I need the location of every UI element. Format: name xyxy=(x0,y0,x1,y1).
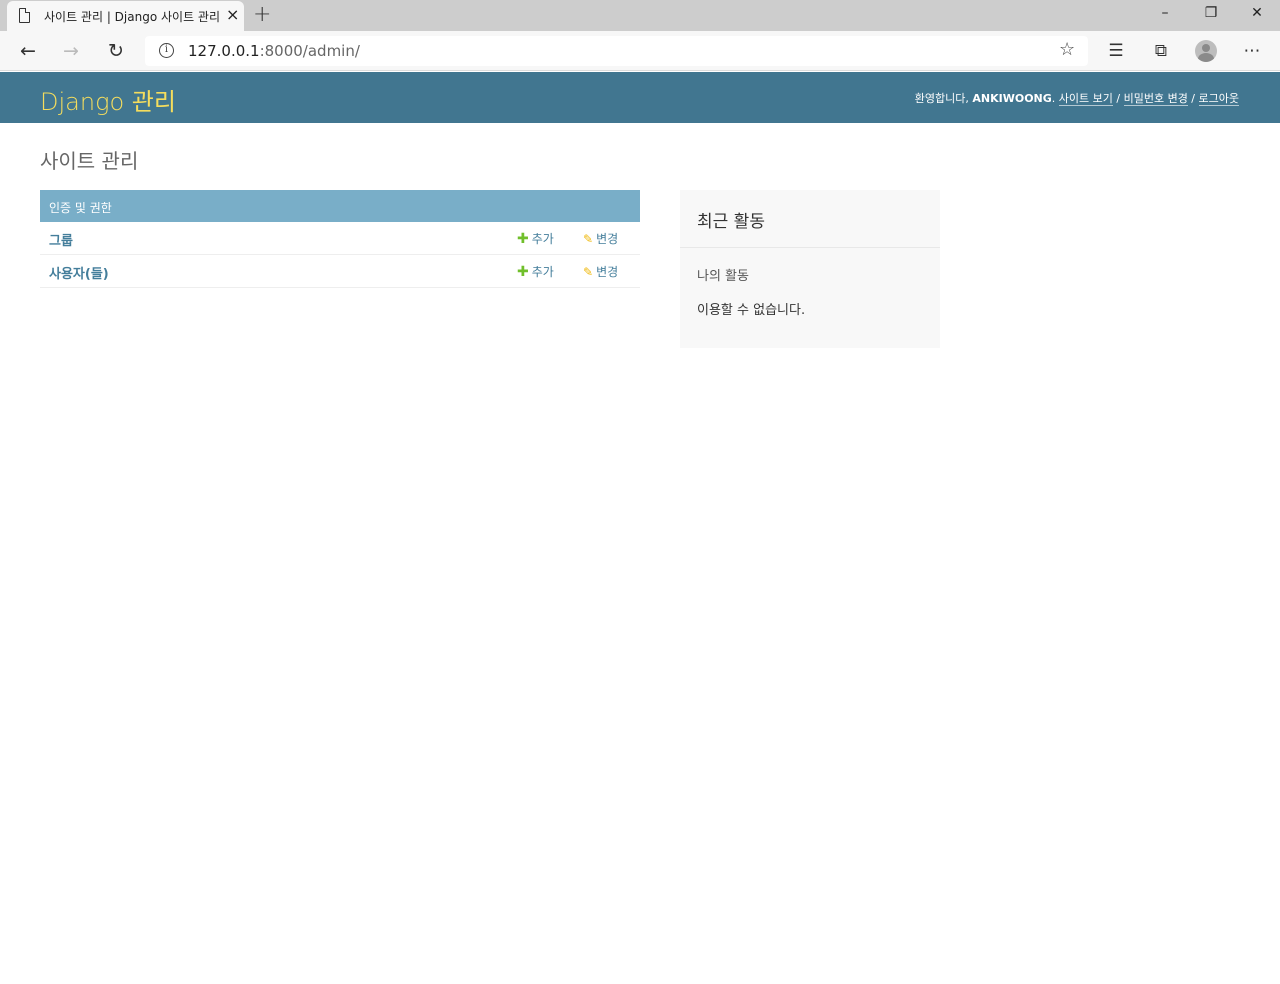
page-icon xyxy=(19,8,30,23)
view-site-link[interactable]: 사이트 보기 xyxy=(1058,92,1113,106)
plus-icon: ✚ xyxy=(517,264,529,280)
table-row: 그룹 ✚ 추가 ✎ 변경 xyxy=(40,222,640,255)
recent-actions-title: 최근 활동 xyxy=(697,212,765,232)
collections-icon[interactable]: ⧉ xyxy=(1149,39,1173,63)
table-row: 사용자(들) ✚ 추가 ✎ 변경 xyxy=(40,255,640,288)
info-icon[interactable]: i xyxy=(159,43,174,58)
change-password-link[interactable]: 비밀번호 변경 xyxy=(1123,92,1188,106)
separator: . xyxy=(1051,92,1059,105)
favorites-list-icon[interactable]: ☰ xyxy=(1104,39,1128,63)
forward-arrow-icon[interactable]: → xyxy=(59,39,83,63)
reload-icon[interactable]: ↻ xyxy=(104,39,128,63)
add-label: 추가 xyxy=(531,265,554,279)
browser-navbar: ← → ↻ i 127.0.0.1:8000/admin/ ☆ ☰ ⧉ ⋯ xyxy=(0,31,1280,71)
window-close-button[interactable]: ✕ xyxy=(1234,0,1280,30)
welcome-text: 환영합니다, xyxy=(914,92,973,105)
divider xyxy=(680,247,940,248)
change-label: 변경 xyxy=(596,265,619,279)
add-label: 추가 xyxy=(531,232,554,246)
restore-button[interactable]: ❐ xyxy=(1188,0,1234,30)
change-users-link[interactable]: ✎ 변경 xyxy=(583,263,618,280)
module-caption[interactable]: 인증 및 권한 xyxy=(40,190,640,222)
model-link-groups[interactable]: 그룹 xyxy=(49,230,73,249)
profile-avatar[interactable] xyxy=(1195,40,1217,62)
username: ANKIWOONG xyxy=(972,92,1052,105)
add-users-link[interactable]: ✚ 추가 xyxy=(517,263,554,280)
user-tools: 환영합니다, ANKIWOONG. 사이트 보기 / 비밀번호 변경 / 로그아… xyxy=(915,90,1239,106)
site-branding[interactable]: Django 관리 xyxy=(40,82,176,117)
minimize-button[interactable]: – xyxy=(1142,0,1188,30)
tab-close-icon[interactable]: × xyxy=(226,6,239,24)
add-groups-link[interactable]: ✚ 추가 xyxy=(517,230,554,247)
tab-title: 사이트 관리 | Django 사이트 관리 xyxy=(44,10,220,24)
new-tab-button[interactable]: + xyxy=(253,3,271,27)
recent-actions-panel: 최근 활동 나의 활동 이용할 수 없습니다. xyxy=(680,190,940,348)
pencil-icon: ✎ xyxy=(583,232,594,246)
url-text[interactable]: 127.0.0.1:8000/admin/ xyxy=(188,42,360,60)
back-arrow-icon[interactable]: ← xyxy=(16,39,40,63)
app-module-auth: 인증 및 권한 그룹 ✚ 추가 ✎ 변경 사용자(들) ✚ 추가 ✎ 변경 xyxy=(40,190,640,288)
plus-icon: ✚ xyxy=(517,231,529,247)
page-title: 사이트 관리 xyxy=(40,149,139,173)
my-actions-heading: 나의 활동 xyxy=(697,269,749,284)
change-groups-link[interactable]: ✎ 변경 xyxy=(583,230,618,247)
pencil-icon: ✎ xyxy=(583,265,594,279)
browser-tabbar: 사이트 관리 | Django 사이트 관리 × + – ❐ ✕ xyxy=(0,0,1280,31)
model-link-users[interactable]: 사용자(들) xyxy=(49,263,109,282)
no-actions-text: 이용할 수 없습니다. xyxy=(697,303,806,318)
favorite-star-icon[interactable]: ☆ xyxy=(1059,39,1075,60)
address-bar[interactable]: i 127.0.0.1:8000/admin/ ☆ xyxy=(145,36,1088,66)
admin-header: Django 관리 환영합니다, ANKIWOONG. 사이트 보기 / 비밀번… xyxy=(0,72,1280,123)
browser-tab[interactable]: 사이트 관리 | Django 사이트 관리 × xyxy=(7,1,244,31)
separator: / xyxy=(1112,92,1124,105)
change-label: 변경 xyxy=(596,232,619,246)
logout-link[interactable]: 로그아웃 xyxy=(1198,92,1239,106)
more-menu-icon[interactable]: ⋯ xyxy=(1240,39,1264,63)
separator: / xyxy=(1187,92,1199,105)
